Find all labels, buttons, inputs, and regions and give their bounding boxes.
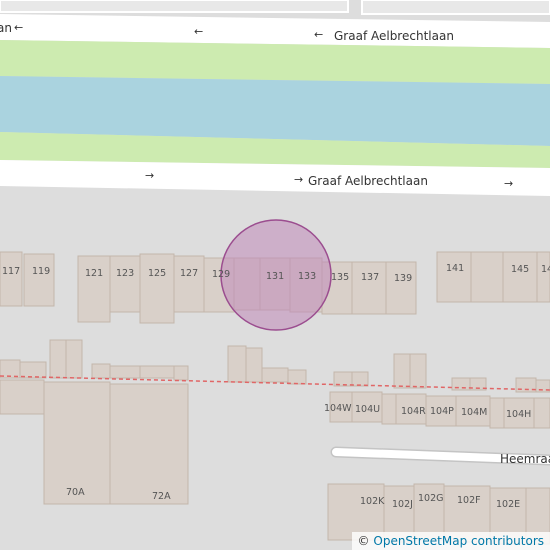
shed <box>261 367 289 383</box>
shed <box>351 371 369 387</box>
building <box>77 255 111 323</box>
street-label-graaf-aelbrechtlaan-north: Graaf Aelbrechtlaan <box>334 29 454 43</box>
street-label-fragment: an <box>0 21 12 35</box>
house-number: 104M <box>461 407 487 418</box>
building <box>109 383 189 505</box>
shed <box>65 339 83 379</box>
building <box>109 255 141 313</box>
house-number: 14 <box>541 264 550 275</box>
house-number: 139 <box>394 273 412 284</box>
building <box>43 381 111 505</box>
shed <box>0 359 21 379</box>
arrow-right-icon: → <box>294 173 303 186</box>
house-number: 104H <box>506 409 531 420</box>
house-number: 121 <box>85 268 103 279</box>
copyright-symbol: © <box>357 534 370 548</box>
shed <box>451 377 471 391</box>
shed <box>393 353 411 389</box>
house-number: 102K <box>360 496 385 507</box>
shed <box>245 347 263 383</box>
shed <box>49 339 67 379</box>
house-number: 129 <box>212 269 230 280</box>
house-number: 137 <box>361 272 379 283</box>
openstreetmap-contributors-link[interactable]: OpenStreetMap contributors <box>373 534 544 548</box>
house-number: 117 <box>2 266 20 277</box>
house-number: 72A <box>152 491 171 502</box>
shed <box>109 365 141 379</box>
building <box>139 253 175 324</box>
house-number: 102J <box>392 499 413 510</box>
house-number: 104U <box>355 404 380 415</box>
building <box>173 255 205 313</box>
building <box>385 261 417 315</box>
building <box>502 251 538 303</box>
block-north-right <box>361 0 550 15</box>
shed <box>287 369 307 385</box>
house-number: 102G <box>418 493 444 504</box>
house-number: 104R <box>401 406 426 417</box>
house-number: 119 <box>32 266 50 277</box>
arrow-left-icon: ← <box>14 21 23 34</box>
house-number: 133 <box>298 271 316 282</box>
house-number: 123 <box>116 268 134 279</box>
house-number: 127 <box>180 268 198 279</box>
building <box>0 379 45 415</box>
house-number: 145 <box>511 264 529 275</box>
building <box>351 261 387 315</box>
house-number: 104P <box>430 406 454 417</box>
building <box>533 397 550 429</box>
block-north-left <box>0 0 349 13</box>
arrow-left-icon: ← <box>194 25 203 38</box>
arrow-right-icon: → <box>504 177 513 190</box>
house-number: 104W <box>324 403 352 414</box>
building <box>0 251 23 307</box>
house-number: 135 <box>331 272 349 283</box>
map-layer: an ← ← ← Graaf Aelbrechtlaan → → Graaf A… <box>0 0 550 550</box>
street-label-heemraad: Heemraad <box>500 452 550 466</box>
house-number: 125 <box>148 268 166 279</box>
building <box>489 397 505 429</box>
shed <box>409 353 427 389</box>
house-number: 70A <box>66 487 85 498</box>
building <box>536 251 550 303</box>
street-label-graaf-aelbrechtlaan-south: Graaf Aelbrechtlaan <box>308 174 428 188</box>
building <box>436 251 472 303</box>
arrow-right-icon: → <box>145 169 154 182</box>
building <box>381 393 397 425</box>
map-attribution: © OpenStreetMap contributors <box>351 532 550 550</box>
map-canvas[interactable]: an ← ← ← Graaf Aelbrechtlaan → → Graaf A… <box>0 0 550 550</box>
house-number: 102F <box>457 495 481 506</box>
house-number: 141 <box>446 263 464 274</box>
building <box>23 253 55 307</box>
building <box>470 251 504 303</box>
shed <box>139 365 175 379</box>
shed <box>19 361 47 379</box>
house-number: 102E <box>496 499 520 510</box>
shed <box>173 365 189 381</box>
shed <box>91 363 111 379</box>
shed <box>227 345 247 383</box>
house-number: 131 <box>266 271 284 282</box>
arrow-left-icon: ← <box>314 28 323 41</box>
